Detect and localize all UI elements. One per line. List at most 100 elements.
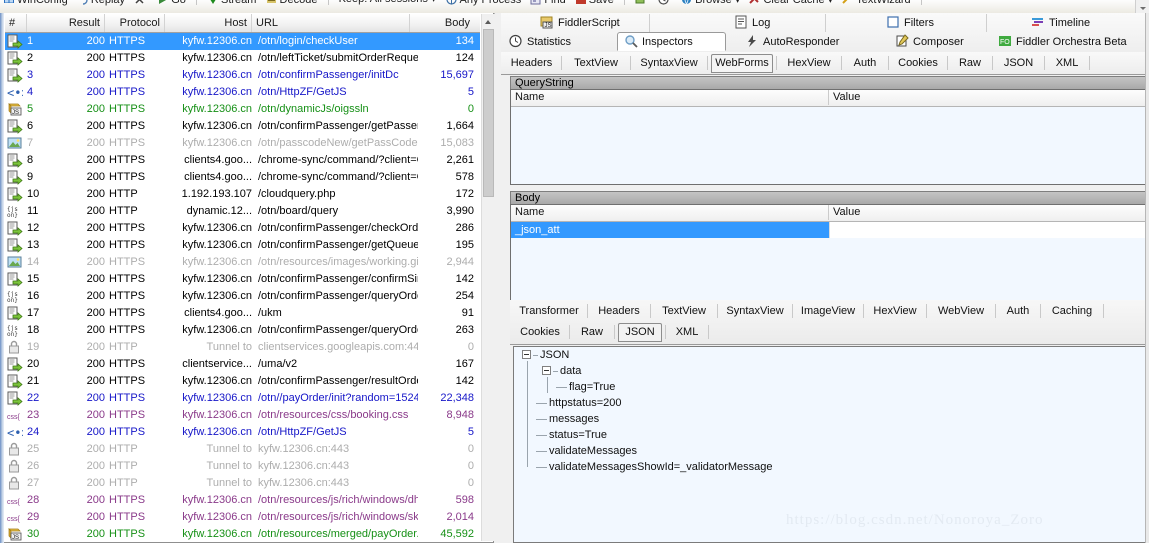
table-row[interactable]: css{28 200 HTTPS kyfw.12306.cn/otn/resource…	[5, 492, 480, 509]
json-tree-node[interactable]: validateMessages	[514, 443, 1149, 459]
table-row[interactable]: JS 30 200 HTTPS kyfw.12306.cn/otn/resources/…	[5, 526, 480, 541]
tab-fiddler-orchestra-beta[interactable]: FO Fiddler Orchestra Beta	[996, 33, 1127, 51]
response-tab-imageview[interactable]: ImageView	[796, 302, 860, 320]
grid-column-name[interactable]: Name	[511, 205, 829, 220]
table-row[interactable]: 26 200 HTTP Tunnel to kyfw.12306.cn:443 0	[5, 458, 480, 475]
scrollbar-track[interactable]	[482, 197, 495, 541]
tab-autoresponder[interactable]: AutoResponder	[743, 33, 839, 51]
column-header-num[interactable]: #	[5, 14, 27, 32]
toolbar-button-decode[interactable]: Decode	[263, 0, 321, 6]
toolbar-button-replay[interactable]: Replay	[74, 0, 128, 6]
table-row[interactable]: 2 200 HTTPS kyfw.12306.cn/otn/leftTicket/su…	[5, 50, 480, 67]
toolbar-button-keep[interactable]: Keep: All sessions ▾	[336, 0, 440, 5]
request-tab-textview[interactable]: TextView	[565, 54, 627, 72]
column-header-host[interactable]: Host	[165, 14, 252, 32]
table-row[interactable]: 20 200 HTTPS clientservice.../uma/v2 167	[5, 356, 480, 373]
session-rows-container[interactable]: 1 200 HTTPS kyfw.12306.cn/otn/login/checkUs…	[5, 33, 480, 541]
response-tab-xml[interactable]: XML	[669, 323, 705, 341]
tab-statistics[interactable]: Statistics	[507, 33, 571, 51]
grid-column-name[interactable]: Name	[511, 90, 829, 105]
table-row[interactable]: {js on} 16 200 HTTPS kyfw.12306.cn/otn/confir…	[5, 288, 480, 305]
table-row[interactable]: 13 200 HTTPS kyfw.12306.cn/otn/confirmPasse…	[5, 237, 480, 254]
table-row[interactable]: 9 200 HTTPS clients4.goo.../chrome-sync/com…	[5, 169, 480, 186]
column-header-url[interactable]: URL	[252, 14, 410, 32]
json-tree-node[interactable]: status=True	[514, 427, 1149, 443]
table-row[interactable]: 19 200 HTTP Tunnel to clientservices.googlea…	[5, 339, 480, 356]
response-tab-headers[interactable]: Headers	[591, 302, 647, 320]
table-row[interactable]: 27 200 HTTP Tunnel to kyfw.12306.cn:443 0	[5, 475, 480, 492]
table-row[interactable]: 6 200 HTTPS kyfw.12306.cn/otn/confirmPassen…	[5, 118, 480, 135]
toolbar-button-any-process[interactable]: Any Process	[443, 0, 525, 6]
request-inspector-tabs[interactable]: Headers TextView SyntaxView WebForms HexView…	[501, 52, 1149, 75]
table-row[interactable]: 8 200 HTTPS clients4.goo.../chrome-sync/com…	[5, 152, 480, 169]
response-tab-transformer[interactable]: Transformer	[514, 302, 584, 320]
tab-log[interactable]: Log	[732, 14, 770, 32]
table-row[interactable]: 21 200 HTTPS kyfw.12306.cn/otn/confirmPasse…	[5, 373, 480, 390]
tab-fiddlerscript[interactable]: JS FiddlerScript	[538, 14, 620, 32]
tab-inspectors[interactable]: Inspectors	[617, 32, 726, 51]
table-row[interactable]: css{23 200 HTTPS kyfw.12306.cn/otn/resource…	[5, 407, 480, 424]
table-row[interactable]: 12 200 HTTPS kyfw.12306.cn/otn/confirmPasse…	[5, 220, 480, 237]
toolbar-button-go[interactable]: Go	[154, 0, 189, 6]
request-tab-syntaxview[interactable]: SyntaxView	[634, 54, 704, 72]
table-row[interactable]: 14 200 HTTPS kyfw.12306.cn/otn/resources/im…	[5, 254, 480, 271]
scrollbar-thumb[interactable]	[483, 29, 494, 197]
column-header-protocol[interactable]: Protocol	[105, 14, 165, 32]
table-row[interactable]: 22 200 HTTPS kyfw.12306.cn/otn//payOrder/in…	[5, 390, 480, 407]
toolbar-button-browse[interactable]: Browse ▾	[678, 0, 743, 6]
response-tab-textview[interactable]: TextView	[654, 302, 714, 320]
response-tab-cookies[interactable]: Cookies	[514, 323, 566, 341]
response-tab-syntaxview[interactable]: SyntaxView	[721, 302, 789, 320]
table-row[interactable]: <•>4200HTTPSkyfw.12306.cn/otn/HttpZF/Get…	[5, 84, 480, 101]
response-tab-hexview[interactable]: HexView	[867, 302, 923, 320]
tab-timeline[interactable]: Timeline	[1029, 14, 1090, 32]
request-tab-cookies[interactable]: Cookies	[892, 54, 944, 72]
json-tree-node[interactable]: validateMessagesShowId=_validatorMessage	[514, 459, 1149, 475]
response-tab-raw[interactable]: Raw	[573, 323, 611, 341]
table-row[interactable]: <•>24200HTTPSkyfw.12306.cn/otn/HttpZF/Ge…	[5, 424, 480, 441]
scroll-up-arrow-icon[interactable]	[482, 14, 495, 29]
table-row[interactable]: JS 5 200 HTTPS kyfw.12306.cn/otn/dynamicJs/o…	[5, 101, 480, 118]
json-tree-node[interactable]: data	[514, 363, 1149, 379]
request-tab-xml[interactable]: XML	[1048, 54, 1086, 72]
tab-filters[interactable]: Filters	[884, 14, 934, 32]
body-grid[interactable]: Name Value _json_att	[510, 204, 1149, 303]
response-tab-caching[interactable]: Caching	[1044, 302, 1100, 320]
table-row[interactable]: 7 200 HTTPS kyfw.12306.cn/otn/passcodeNew/g…	[5, 135, 480, 152]
table-row[interactable]: 17 200 HTTPS clients4.goo.../ukm 91	[5, 305, 480, 322]
toolbar-button-winconfig[interactable]: WinConfig	[0, 0, 71, 6]
table-row[interactable]: {js on} 18 200 HTTPS kyfw.12306.cn/otn/confir…	[5, 322, 480, 339]
toolbar-button-find[interactable]: Find	[527, 0, 568, 6]
json-tree-node[interactable]: httpstatus=200	[514, 395, 1149, 411]
response-tab-json[interactable]: JSON	[618, 323, 662, 342]
response-tab-auth[interactable]: Auth	[999, 302, 1037, 320]
table-row[interactable]: 3 200 HTTPS kyfw.12306.cn/otn/confirmPassen…	[5, 67, 480, 84]
json-tree-node[interactable]: messages	[514, 411, 1149, 427]
collapse-toggle-icon[interactable]	[542, 366, 551, 375]
toolbar-overflow-button[interactable]	[1135, 0, 1149, 13]
table-row[interactable]: css{29 200 HTTPS kyfw.12306.cn/otn/resource…	[5, 509, 480, 526]
body-grid-row[interactable]: _json_att	[511, 222, 1148, 238]
table-row[interactable]: 15 200 HTTPS kyfw.12306.cn/otn/confirmPasse…	[5, 271, 480, 288]
json-tree-node[interactable]: JSON	[514, 347, 1149, 363]
json-tree-node[interactable]: flag=True	[514, 379, 1149, 395]
table-row[interactable]: 25 200 HTTP Tunnel to kyfw.12306.cn:443 0	[5, 441, 480, 458]
grid-column-value[interactable]: Value	[829, 90, 1148, 105]
toolbar-button-save[interactable]: Save	[572, 0, 617, 6]
toolbar-button-remove[interactable]	[131, 0, 151, 6]
response-inspector-tabs[interactable]: Transformer Headers TextView SyntaxView Imag…	[510, 300, 1149, 345]
column-header-result[interactable]: Result	[27, 14, 105, 32]
tab-composer[interactable]: Composer	[893, 33, 964, 51]
table-row[interactable]: {js on} 11 200 HTTP dynamic.12.../otn/board/q…	[5, 203, 480, 220]
toolbar-button-screenshot[interactable]	[632, 0, 652, 6]
querystring-grid[interactable]: Name Value	[510, 89, 1149, 185]
grid-column-value[interactable]: Value	[829, 205, 1148, 220]
request-tab-raw[interactable]: Raw	[951, 54, 989, 72]
request-tab-json[interactable]: JSON	[996, 54, 1041, 72]
request-tab-auth[interactable]: Auth	[845, 54, 885, 72]
collapse-toggle-icon[interactable]	[522, 350, 531, 359]
request-tab-headers[interactable]: Headers	[505, 54, 558, 72]
toolbar-button-textwizard[interactable]: TextWizard	[839, 0, 913, 6]
session-list-scrollbar[interactable]	[481, 14, 495, 541]
response-tab-webview[interactable]: WebView	[930, 302, 992, 320]
